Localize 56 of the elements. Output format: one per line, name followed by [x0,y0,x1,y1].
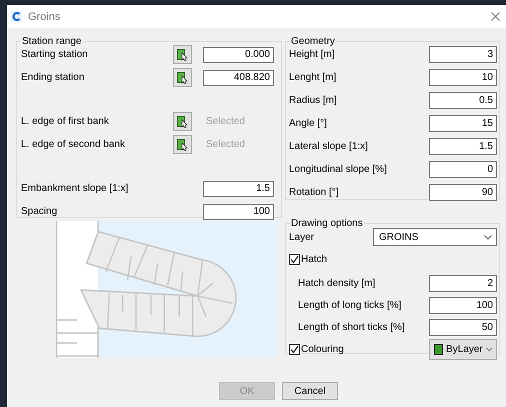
field-label: Ending station [21,72,86,83]
field-label: Embankment slope [1:x] [21,183,130,194]
pick-button[interactable] [173,45,192,64]
field-label: Radius [m] [289,95,338,106]
input-field[interactable]: 15 [429,115,497,132]
input-field[interactable]: 90 [429,184,497,201]
field-label: Layer [289,232,316,242]
field-label: Lenght [m] [289,72,338,83]
input-field[interactable]: 50 [429,318,497,336]
input-field[interactable]: 1.5 [429,138,497,155]
checkbox-label: Hatch [301,254,328,264]
pick-icon [177,138,188,150]
input-field[interactable]: 100 [203,204,274,220]
input-field[interactable]: 2 [429,274,497,292]
pick-button[interactable] [173,68,192,87]
window-title: Groins [28,10,62,22]
input-field[interactable]: 0.000 [203,46,274,62]
close-icon[interactable] [491,12,500,21]
pick-icon [177,72,188,84]
field-label: Length of short ticks [%] [298,322,406,332]
checkbox[interactable] [289,344,300,354]
input-field[interactable]: 408.820 [203,70,274,86]
checkbox[interactable] [289,254,300,264]
colour-dropdown[interactable]: ByLayer [429,338,497,360]
field-label: Rotation [°] [289,187,340,198]
field-label: Length of long ticks [%] [298,300,402,310]
field-label: L. edge of first bank [21,116,110,127]
dialog-button[interactable]: Cancel [282,382,338,400]
field-label: Spacing [21,206,58,217]
app-logo-icon [11,11,22,22]
input-field[interactable]: 1.5 [203,180,274,196]
checkbox-label: Colouring [301,344,344,354]
input-field[interactable]: 3 [429,46,497,63]
input-field[interactable]: 100 [429,296,497,314]
chevron-icon [484,234,492,240]
field-label: L. edge of second bank [21,139,126,150]
input-field[interactable]: 0 [429,161,497,178]
group-title: Station range [22,36,82,47]
pick-icon [177,116,188,128]
field-label: Lateral slope [1:x] [289,141,369,152]
field-label: Starting station [21,49,89,60]
status-text: Selected [205,116,246,127]
group-title: Geometry [291,36,335,47]
field-label: Height [m] [289,49,336,60]
input-field[interactable]: 10 [429,69,497,86]
field-label: Angle [°] [289,118,328,129]
input-field[interactable]: 0.5 [429,92,497,109]
field-label: Hatch density [m] [298,278,376,288]
group-title: Drawing options [291,218,363,229]
pick-button[interactable] [173,112,192,131]
pick-icon [177,48,188,60]
layer-dropdown[interactable]: GROINS [373,228,497,246]
status-text: Selected [205,139,246,150]
field-label: Longitudinal slope [%] [289,164,388,175]
pick-button[interactable] [173,135,192,154]
chevron-icon [486,346,492,352]
